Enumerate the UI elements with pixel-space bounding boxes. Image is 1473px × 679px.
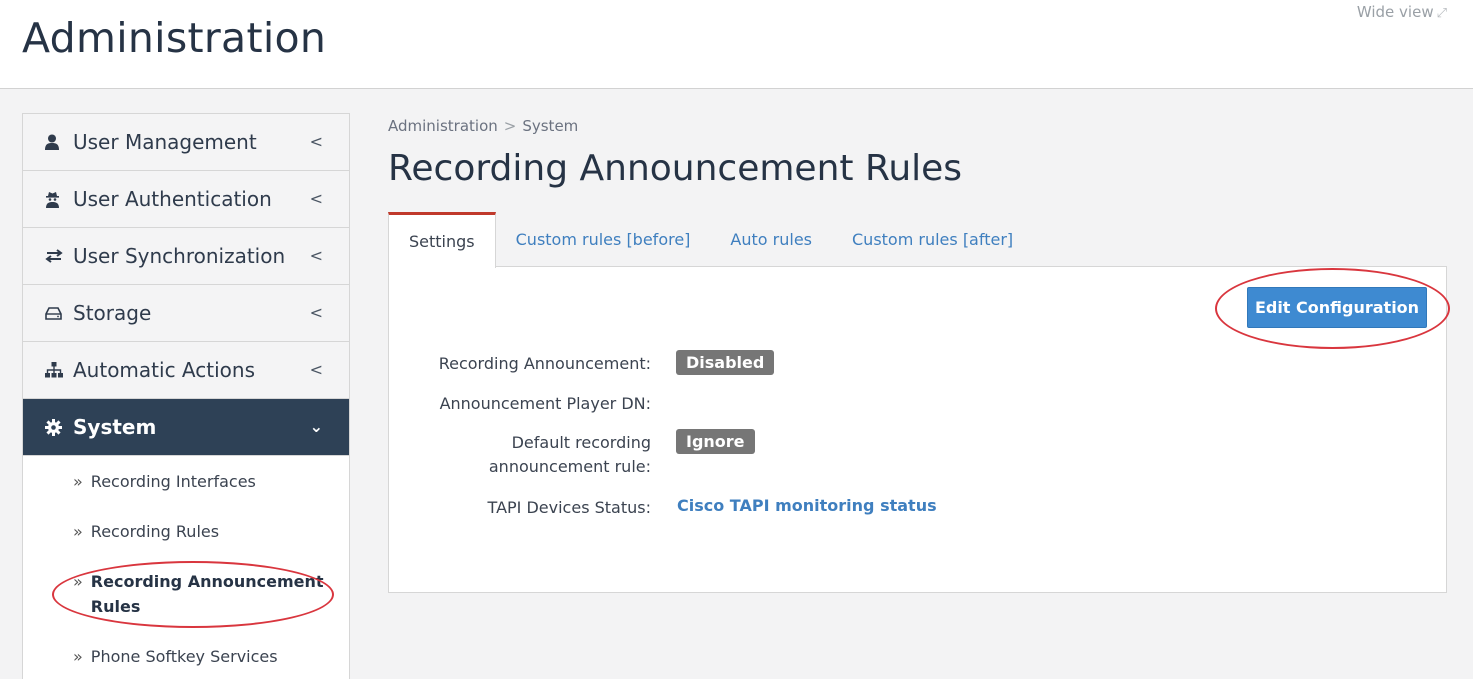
sidebar-item-user-management[interactable]: User Management < (23, 114, 349, 171)
page-title: Recording Announcement Rules (388, 148, 963, 189)
gear-icon (45, 418, 73, 436)
double-chevron-right-icon: » (73, 522, 83, 541)
sidebar-item-label: Storage (73, 301, 152, 325)
tab-settings[interactable]: Settings (388, 212, 496, 268)
subnav-recording-rules[interactable]: » Recording Rules (73, 519, 219, 544)
top-header: Administration Wide view ⤢ (0, 0, 1473, 89)
double-chevron-right-icon: » (73, 572, 83, 591)
wide-view-toggle[interactable]: Wide view ⤢ (1357, 3, 1447, 21)
tab-custom-rules-after[interactable]: Custom rules [after] (832, 212, 1033, 267)
double-chevron-right-icon: » (73, 472, 83, 491)
default-rule-label: Default recording announcement rule: (489, 431, 651, 479)
breadcrumb-current[interactable]: System (522, 117, 578, 135)
chevron-left-icon: < (309, 303, 323, 322)
tab-custom-rules-before[interactable]: Custom rules [before] (496, 212, 711, 267)
subnav-label: Phone Softkey Services (90, 647, 278, 666)
subnav-label: Recording Announcement Rules (91, 569, 324, 619)
tapi-devices-status-label: TAPI Devices Status: (487, 498, 651, 517)
sidebar-item-label: User Synchronization (73, 244, 286, 268)
hdd-icon (45, 306, 73, 320)
recording-announcement-badge: Disabled (676, 350, 775, 375)
subnav-label-line2: Rules (90, 597, 141, 616)
chevron-down-icon: ⌄ (309, 417, 323, 436)
subnav-label: Recording Rules (90, 522, 220, 541)
sidebar-item-label: User Management (73, 130, 257, 154)
sidebar: User Management < User Authentication < … (22, 113, 350, 679)
breadcrumb-root[interactable]: Administration (388, 117, 498, 135)
subnav-label: Recording Interfaces (90, 472, 256, 491)
default-rule-badge: Ignore (676, 429, 755, 454)
sidebar-item-storage[interactable]: Storage < (23, 285, 349, 342)
chevron-left-icon: < (309, 246, 323, 265)
recording-announcement-label: Recording Announcement: (438, 354, 651, 373)
sidebar-item-user-authentication[interactable]: User Authentication < (23, 171, 349, 228)
user-icon (45, 134, 73, 150)
sidebar-item-label: System (73, 415, 157, 439)
sidebar-item-automatic-actions[interactable]: Automatic Actions < (23, 342, 349, 399)
double-chevron-right-icon: » (73, 647, 83, 666)
sidebar-item-user-synchronization[interactable]: User Synchronization < (23, 228, 349, 285)
announcement-player-dn-label: Announcement Player DN: (439, 394, 651, 413)
chevron-left-icon: < (309, 132, 323, 151)
breadcrumb: Administration > System (388, 117, 578, 135)
chevron-left-icon: < (309, 360, 323, 379)
wide-view-label: Wide view (1356, 3, 1434, 21)
expand-icon: ⤢ (1436, 6, 1447, 21)
sidebar-item-label: User Authentication (73, 187, 272, 211)
sitemap-icon (45, 362, 73, 378)
exchange-icon (45, 249, 73, 263)
user-secret-icon (45, 191, 73, 208)
cisco-tapi-monitoring-link[interactable]: Cisco TAPI monitoring status (677, 496, 937, 515)
default-rule-label-line1: Default recording (511, 433, 651, 452)
subnav-label-line1: Recording Announcement (90, 572, 324, 591)
default-rule-label-line2: announcement rule: (488, 457, 651, 476)
subnav-recording-interfaces[interactable]: » Recording Interfaces (73, 469, 256, 494)
app-title: Administration (22, 14, 327, 62)
tab-bar: Settings Custom rules [before] Auto rule… (388, 212, 1033, 268)
breadcrumb-separator: > (503, 117, 517, 135)
chevron-left-icon: < (309, 189, 323, 208)
subnav-phone-softkey-services[interactable]: » Phone Softkey Services (73, 644, 278, 669)
sidebar-item-system[interactable]: System ⌄ (23, 399, 349, 456)
tab-auto-rules[interactable]: Auto rules (710, 212, 832, 267)
edit-configuration-button[interactable]: Edit Configuration (1247, 287, 1427, 328)
sidebar-item-label: Automatic Actions (73, 358, 255, 382)
subnav-recording-announcement-rules[interactable]: » Recording Announcement Rules (73, 569, 324, 619)
